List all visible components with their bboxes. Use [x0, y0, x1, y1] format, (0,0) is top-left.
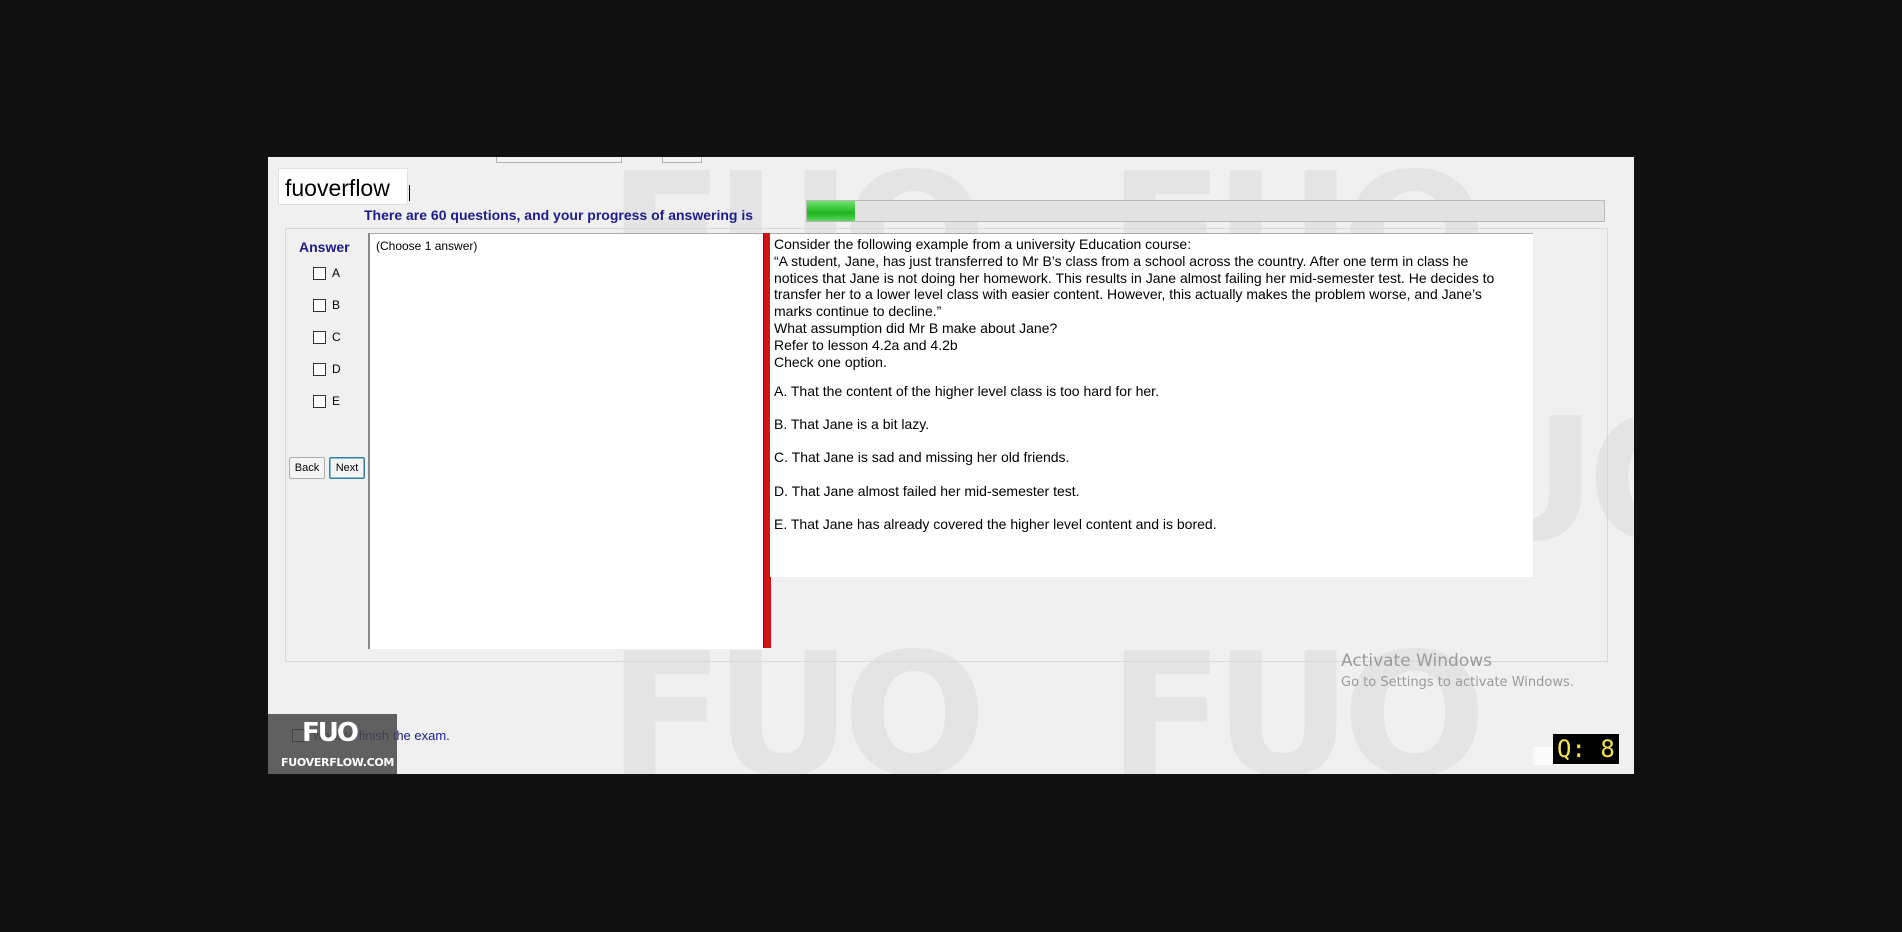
- progress-bar: [806, 200, 1605, 222]
- answer-text-e: E. That Jane has already covered the hig…: [774, 516, 1217, 532]
- logo-small-text: FUOVERFLOW.COM: [281, 756, 395, 769]
- fuoverflow-logo: FUO FUOVERFLOW.COM: [268, 714, 397, 774]
- brand-text: fuoverflow: [285, 175, 390, 201]
- exam-timer: 00:10: [783, 157, 926, 165]
- answer-text-d: D. That Jane almost failed her mid-semes…: [774, 483, 1080, 499]
- option-label: D: [332, 362, 341, 376]
- logo-big-text: FUO: [302, 718, 359, 748]
- option-d[interactable]: D: [313, 361, 341, 377]
- next-button[interactable]: Next: [329, 457, 365, 479]
- top-dropdown[interactable]: [496, 157, 622, 163]
- option-b[interactable]: B: [313, 297, 340, 313]
- question-number: Q: 8: [1553, 734, 1619, 764]
- answer-text-c: C. That Jane is sad and missing her old …: [774, 449, 1070, 465]
- answer-text-b: B. That Jane is a bit lazy.: [774, 416, 930, 432]
- question-text: Consider the following example from a un…: [774, 236, 1495, 370]
- question-area: Consider the following example from a un…: [770, 233, 1533, 577]
- activate-windows-subtitle: Go to Settings to activate Windows.: [1341, 675, 1574, 690]
- checkbox[interactable]: [313, 266, 326, 280]
- answer-title: Answer: [299, 239, 350, 255]
- answer-pane: (Choose 1 answer): [368, 233, 764, 649]
- text-cursor: [409, 185, 410, 201]
- checkbox[interactable]: [313, 330, 326, 344]
- option-label: A: [332, 266, 341, 280]
- back-button[interactable]: Back: [289, 457, 325, 479]
- activate-windows-title: Activate Windows: [1341, 651, 1492, 671]
- checkbox[interactable]: [313, 298, 326, 312]
- checkbox[interactable]: [313, 394, 326, 408]
- option-label: B: [332, 298, 341, 312]
- option-c[interactable]: C: [313, 329, 341, 345]
- option-e[interactable]: E: [313, 393, 340, 409]
- option-a[interactable]: A: [313, 265, 340, 281]
- option-label: C: [332, 330, 341, 344]
- answer-text-a: A. That the content of the higher level …: [774, 383, 1159, 399]
- top-field[interactable]: [662, 157, 702, 163]
- progress-label: There are 60 questions, and your progres…: [364, 207, 753, 223]
- exam-window: FUO FUO FUO FUO FUO FUO FUO FUOVERFLOW.C…: [268, 157, 1634, 774]
- choose-hint: (Choose 1 answer): [376, 239, 478, 253]
- brand-box: fuoverflow: [278, 168, 408, 205]
- option-label: E: [332, 394, 341, 408]
- progress-fill: [807, 201, 855, 221]
- checkbox[interactable]: [313, 362, 326, 376]
